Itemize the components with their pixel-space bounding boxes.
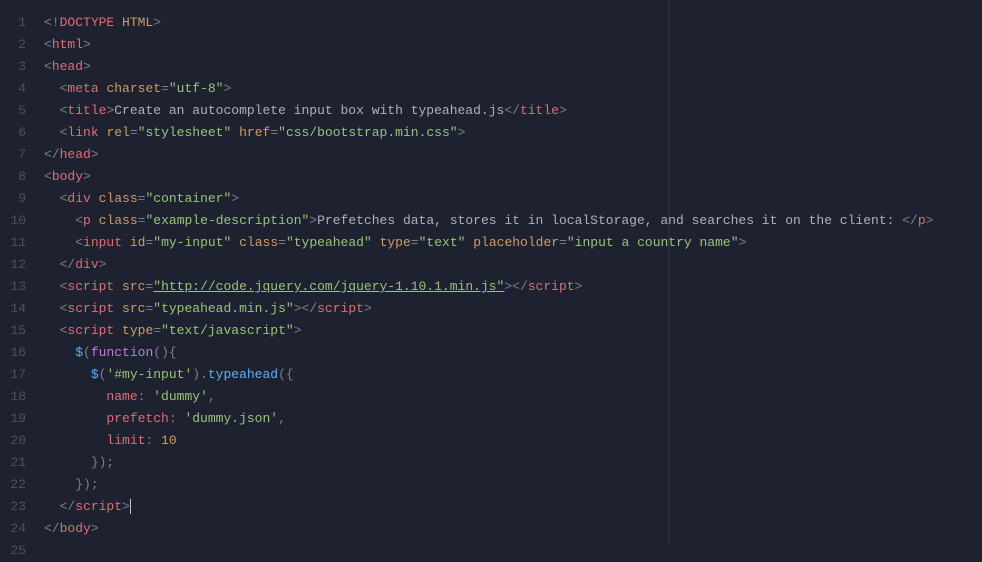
code-line[interactable]: </body> [44,518,982,540]
line-number: 3 [0,56,36,78]
code-line[interactable]: </head> [44,144,982,166]
line-number: 16 [0,342,36,364]
code-line[interactable]: <script src="http://code.jquery.com/jque… [44,276,982,298]
code-line[interactable]: <script type="text/javascript"> [44,320,982,342]
code-line[interactable]: <p class="example-description">Prefetche… [44,210,982,232]
line-number: 6 [0,122,36,144]
code-line[interactable]: <html> [44,34,982,56]
code-line[interactable]: limit: 10 [44,430,982,452]
line-number: 19 [0,408,36,430]
line-number: 9 [0,188,36,210]
code-line[interactable]: <meta charset="utf-8"> [44,78,982,100]
code-line[interactable]: $(function(){ [44,342,982,364]
code-area[interactable]: <!DOCTYPE HTML><html><head> <meta charse… [36,0,982,544]
code-line[interactable]: <!DOCTYPE HTML> [44,12,982,34]
line-number: 4 [0,78,36,100]
line-number-gutter: 1234567891011121314151617181920212223242… [0,0,36,544]
line-number: 14 [0,298,36,320]
code-line[interactable]: prefetch: 'dummy.json', [44,408,982,430]
code-line[interactable]: }); [44,474,982,496]
line-number: 17 [0,364,36,386]
line-number: 5 [0,100,36,122]
text-cursor [130,499,131,514]
line-number: 12 [0,254,36,276]
line-number: 7 [0,144,36,166]
code-line[interactable]: <head> [44,56,982,78]
code-editor[interactable]: 1234567891011121314151617181920212223242… [0,0,982,544]
code-line[interactable]: }); [44,452,982,474]
line-number: 24 [0,518,36,540]
code-line[interactable]: </script> [44,496,982,518]
code-content[interactable]: <!DOCTYPE HTML><html><head> <meta charse… [44,12,982,544]
code-line[interactable]: <script src="typeahead.min.js"></script> [44,298,982,320]
line-number: 13 [0,276,36,298]
line-number: 21 [0,452,36,474]
line-number: 11 [0,232,36,254]
code-line[interactable]: <div class="container"> [44,188,982,210]
code-line[interactable]: name: 'dummy', [44,386,982,408]
line-number: 1 [0,12,36,34]
line-number: 23 [0,496,36,518]
line-number: 2 [0,34,36,56]
code-line[interactable]: <title>Create an autocomplete input box … [44,100,982,122]
line-number: 8 [0,166,36,188]
line-number: 18 [0,386,36,408]
code-line[interactable]: $('#my-input').typeahead({ [44,364,982,386]
code-line[interactable]: <link rel="stylesheet" href="css/bootstr… [44,122,982,144]
code-line[interactable]: <input id="my-input" class="typeahead" t… [44,232,982,254]
line-number: 10 [0,210,36,232]
line-number: 22 [0,474,36,496]
code-line[interactable]: <body> [44,166,982,188]
line-number: 25 [0,540,36,562]
line-number: 15 [0,320,36,342]
code-line[interactable]: </div> [44,254,982,276]
line-number: 20 [0,430,36,452]
code-line[interactable]: </html> [44,540,982,544]
